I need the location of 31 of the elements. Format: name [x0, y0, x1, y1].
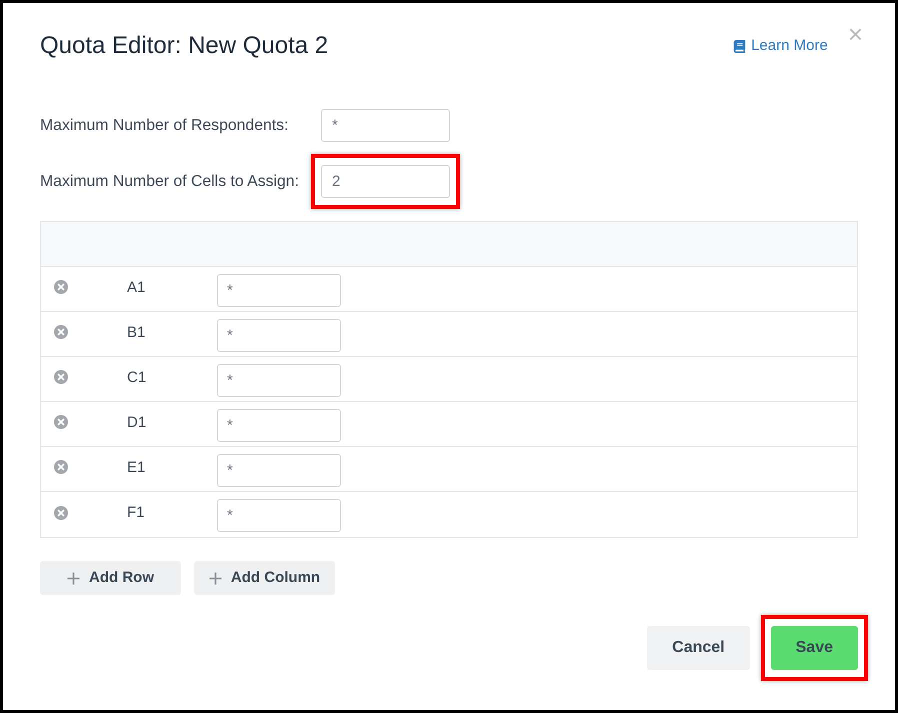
row-label: B1 — [127, 322, 146, 343]
cell-input[interactable]: * — [217, 454, 341, 486]
remove-circle-icon[interactable] — [54, 506, 68, 520]
remove-circle-icon[interactable] — [54, 280, 68, 294]
add-button[interactable]: Add Column — [194, 561, 335, 595]
number-input[interactable]: * — [321, 109, 450, 142]
field-label: Maximum Number of Respondents: — [40, 116, 290, 136]
plus-icon — [208, 572, 222, 584]
row-label: E1 — [127, 458, 146, 478]
dialog-title: Quota Editor: New Quota 2 — [40, 31, 328, 61]
remove-circle-icon[interactable] — [54, 460, 68, 474]
row-label: D1 — [127, 412, 148, 433]
cancel-button[interactable]: Cancel — [647, 626, 750, 670]
learn-more-link[interactable]: Learn More — [733, 36, 828, 56]
save-button[interactable]: Save — [770, 626, 858, 670]
remove-circle-icon[interactable] — [54, 415, 68, 429]
cell-input[interactable]: * — [217, 408, 341, 442]
row-label: A1 — [127, 278, 146, 298]
remove-circle-icon[interactable] — [54, 325, 68, 339]
field-label: Maximum Number of Cells to Assign: — [40, 172, 300, 192]
number-input[interactable]: 2 — [321, 165, 450, 198]
row-label: C1 — [127, 368, 148, 388]
cell-input[interactable]: * — [217, 499, 341, 532]
cell-input[interactable]: * — [217, 364, 341, 396]
plus-icon — [67, 572, 80, 584]
add-button[interactable]: Add Row — [40, 561, 181, 595]
book-icon — [733, 40, 746, 52]
cell-input[interactable]: * — [217, 274, 341, 306]
row-label: F1 — [127, 503, 146, 524]
remove-circle-icon[interactable] — [54, 370, 68, 384]
cell-input[interactable]: * — [217, 318, 341, 352]
